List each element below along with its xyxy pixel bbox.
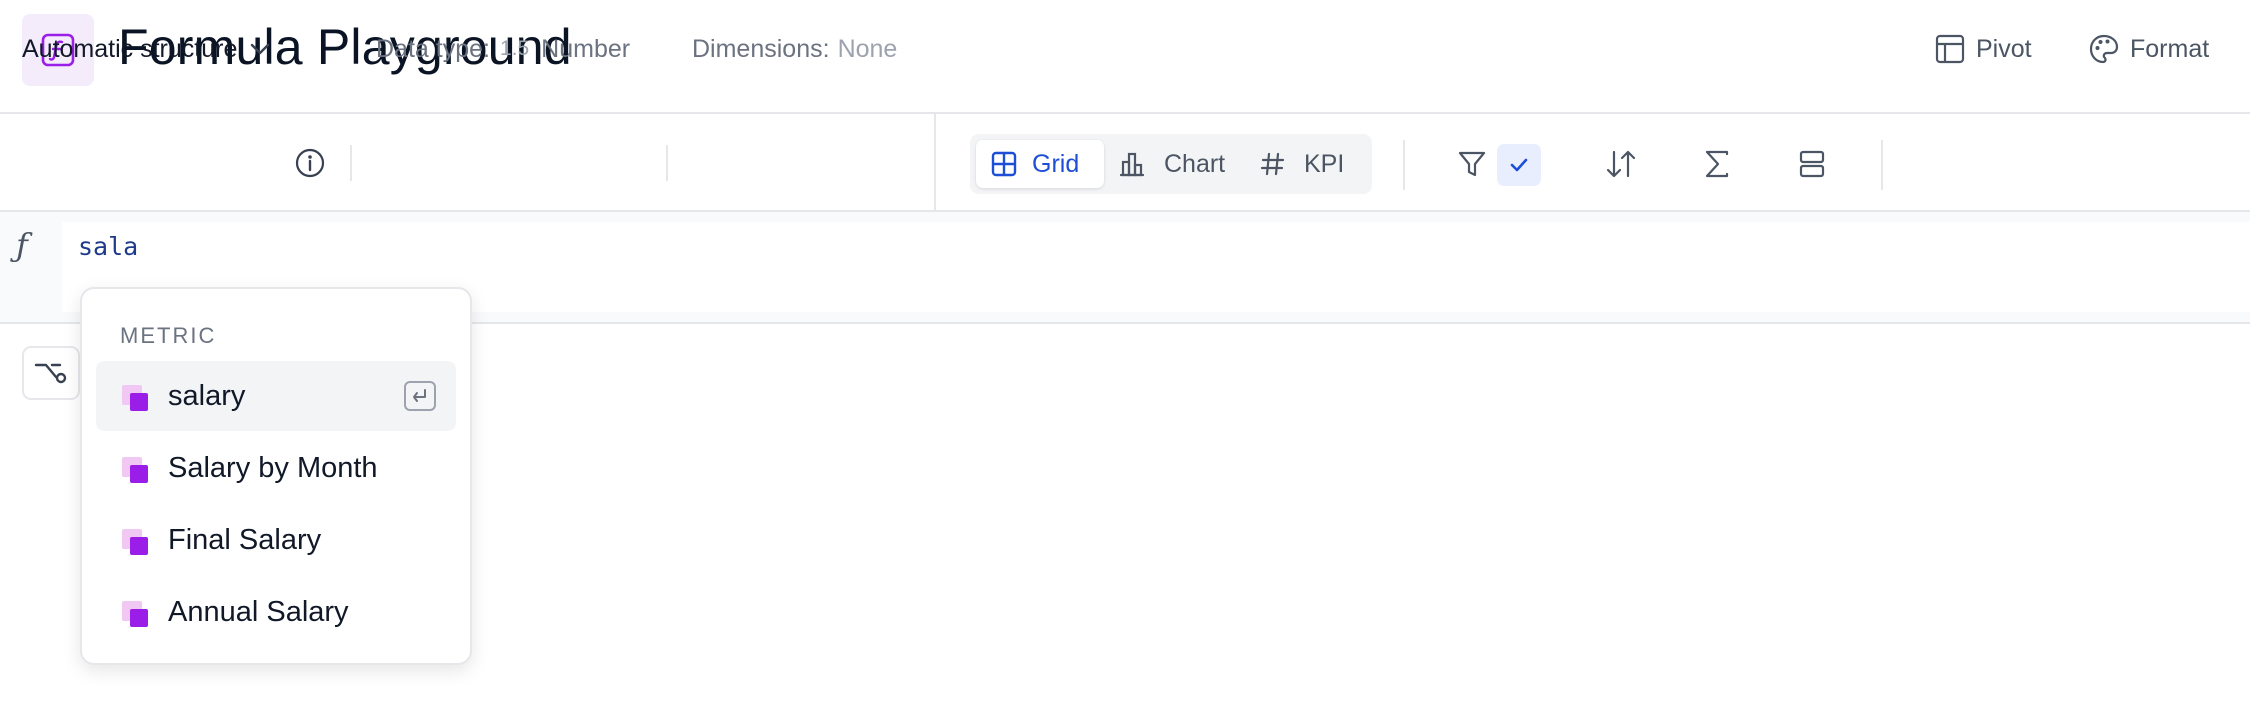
bar-chart-icon (1118, 150, 1146, 178)
page-header: Formula Playground (0, 0, 2250, 114)
tab-grid[interactable]: Grid (976, 140, 1104, 188)
autocomplete-item[interactable]: salary (96, 361, 456, 431)
hash-icon (1260, 151, 1286, 177)
dimensions-value: None (837, 34, 898, 63)
check-icon (1509, 157, 1529, 173)
branch-button[interactable] (22, 346, 80, 400)
rows-layout-icon[interactable] (1796, 148, 1828, 180)
enter-key-icon (404, 381, 436, 411)
pivot-label: Pivot (1976, 34, 2032, 63)
function-symbol-icon: ƒ (16, 226, 28, 264)
sum-icon[interactable] (1702, 148, 1732, 180)
formula-text: sala (78, 232, 139, 261)
branch-icon (34, 360, 68, 386)
data-type-selector[interactable]: Data type: 1.5 Number (376, 0, 630, 98)
data-type-value: Number (541, 34, 631, 63)
format-button[interactable]: Format (2088, 0, 2209, 98)
grid-icon (990, 150, 1018, 178)
structure-dropdown[interactable]: Automatic structure (22, 0, 271, 98)
divider (666, 145, 668, 181)
autocomplete-item[interactable]: Final Salary (96, 505, 456, 575)
autocomplete-section-header: METRIC (120, 323, 217, 348)
dimensions-label: Dimensions: (692, 34, 830, 63)
filter-toggle-button[interactable] (1497, 144, 1541, 186)
autocomplete-item-label: salary (168, 380, 246, 412)
info-icon[interactable] (294, 147, 326, 179)
filter-icon[interactable] (1456, 148, 1488, 180)
structure-label: Automatic structure (22, 34, 238, 63)
metric-icon (122, 385, 150, 413)
view-switcher: Grid Chart KPI (970, 134, 1372, 194)
palette-icon (2088, 33, 2120, 65)
metric-icon (122, 457, 150, 485)
data-type-label: Data type: (376, 34, 490, 63)
metric-icon (122, 529, 150, 557)
chevron-down-icon (249, 42, 271, 56)
autocomplete-item-label: Final Salary (168, 524, 322, 556)
autocomplete-item[interactable]: Salary by Month (96, 433, 456, 503)
divider (934, 114, 936, 212)
pivot-table-icon (1934, 33, 1966, 65)
divider (1403, 140, 1405, 190)
autocomplete-item-label: Annual Salary (168, 596, 349, 628)
tab-kpi[interactable]: KPI (1260, 140, 1360, 188)
divider (350, 145, 352, 181)
tab-chart[interactable]: Chart (1118, 140, 1238, 188)
tab-kpi-label: KPI (1304, 149, 1345, 178)
tab-chart-label: Chart (1164, 149, 1226, 178)
sort-icon[interactable] (1604, 148, 1638, 180)
tab-grid-label: Grid (1032, 149, 1080, 178)
autocomplete-item[interactable]: Annual Salary (96, 577, 456, 647)
autocomplete-item-label: Salary by Month (168, 452, 378, 484)
divider (1881, 140, 1883, 190)
metric-icon (122, 601, 150, 629)
dimensions-selector[interactable]: Dimensions: None (692, 0, 897, 98)
format-label: Format (2130, 34, 2210, 63)
autocomplete-popup: METRIC salary Salary by Month Final Sala… (80, 287, 472, 665)
number-type-icon: 1.5 (499, 37, 530, 60)
pivot-button[interactable]: Pivot (1934, 0, 2032, 98)
